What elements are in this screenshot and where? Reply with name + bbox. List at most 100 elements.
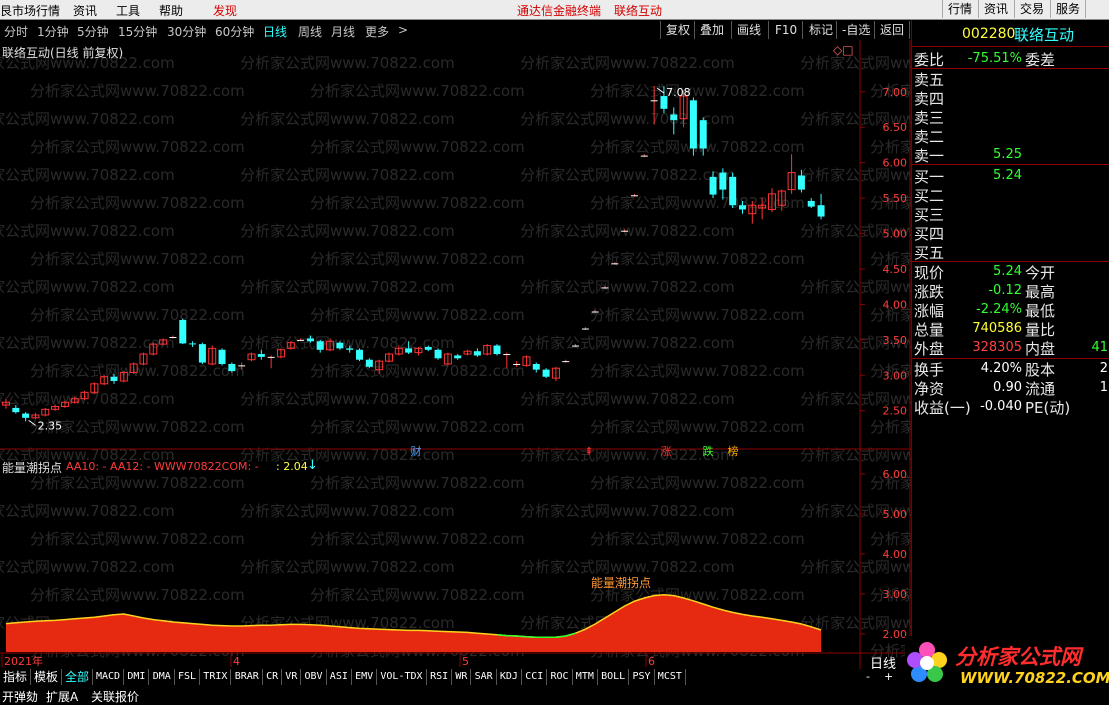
zoom-in-button[interactable]: + [884,670,893,683]
indicator-tab-roc[interactable]: ROC [548,669,573,685]
toolbar-draw-line[interactable]: 画线 [735,21,763,39]
indicator-tab-boll[interactable]: BOLL [598,669,630,685]
menu-tools[interactable]: 工具 [116,2,140,19]
indicator-tab-vr[interactable]: VR [282,669,302,685]
quote-value-4: 328305 [972,340,1022,355]
zoom-out-button[interactable]: - [866,670,870,683]
indicator-tab-fsl[interactable]: FSL [175,669,201,685]
candle-body-flat [630,195,638,197]
candle-body-down [179,320,187,344]
indicator-tab-指标[interactable]: 指标 [0,669,32,685]
stock-name: 联络互动 [1014,26,1075,44]
quote-label-1: 涨跌 [914,283,945,301]
indicator-tab-rsi[interactable]: RSI [427,669,453,685]
top-button-quote[interactable]: 行情 [942,0,977,18]
window-title: 通达信金融终端 [517,4,602,18]
bottom-item-0[interactable]: 开弹劾 [2,688,38,705]
indicator-tab-mcst[interactable]: MCST [655,669,686,685]
candle-body-flat [513,363,521,365]
price-tick-label: 6.00 [883,157,908,170]
indicator-tabs: 指标 模板 全部 MACD DMI DMA FSL TRIX BRAR CR VR OBV ASI EMV… [0,669,860,686]
toolbar-back[interactable]: 返回 [878,21,906,39]
period-daily[interactable]: 日线 [263,23,287,40]
date-label: 4 [233,655,240,668]
menu-bar: 艮市场行情 资讯 工具 帮助 发现 通达信金融终端 联络互动 行情 资讯 交易 … [0,0,1109,20]
indicator-tab-obv[interactable]: OBV [302,669,327,685]
toolbar-restore-rights[interactable]: 复权 [664,21,692,39]
indicator-tab-kdj[interactable]: KDJ [497,669,522,685]
indicator-tab-dmi[interactable]: DMI [124,669,150,685]
price-tick-label: 3.50 [883,334,908,347]
toolbar-remove-watchlist[interactable]: -自选 [840,21,872,39]
period-more[interactable]: 更多 [365,23,389,40]
indicator-tab-sar[interactable]: SAR [472,669,497,685]
period-15min[interactable]: 15分钟 [118,23,157,40]
candle-body-down [689,100,697,149]
indicator-tab-模板[interactable]: 模板 [31,669,63,685]
candle-body-down [110,376,118,381]
period-60min[interactable]: 60分钟 [215,23,254,40]
menu-news[interactable]: 资讯 [73,2,97,19]
indicator-tab-macd[interactable]: MACD [93,669,125,685]
top-button-news[interactable]: 资讯 [978,0,1013,18]
candle-body-down [807,200,815,207]
bottom-item-1[interactable]: 扩展A [46,688,78,705]
quote-label-6: 净资 [914,380,945,398]
menu-help[interactable]: 帮助 [159,2,183,19]
event-marker: 涨 [661,445,672,458]
quote-label2-6: 流通 [1025,380,1056,398]
weicha-label: 委差 [1025,51,1056,69]
window-stock-name: 联络互动 [614,4,663,18]
stock-code: 002280 [962,26,1016,42]
candle-body-down [542,369,550,377]
price-tick-label: 4.50 [883,263,908,276]
period-weekly[interactable]: 周线 [298,23,322,40]
toolbar-mark[interactable]: 标记 [807,21,835,39]
top-button-trade[interactable]: 交易 [1014,0,1049,18]
indicator-tab-emv[interactable]: EMV [352,669,378,685]
buy3-label: 买三 [914,206,945,224]
menu-market[interactable]: 艮市场行情 [0,2,60,19]
logo-url: WWW.70822.COM [960,669,1109,687]
menu-discover[interactable]: 发现 [213,2,237,19]
indicator-tab-brar[interactable]: BRAR [232,669,263,685]
event-marker: 财 [411,444,422,458]
buy1-price: 5.24 [993,168,1022,183]
indicator-tab-mtm[interactable]: MTM [573,669,598,685]
period-30min[interactable]: 30分钟 [167,23,206,40]
period-1min[interactable]: 1分钟 [37,23,69,40]
quote-label-4: 外盘 [914,340,945,358]
indicator-tab-dma[interactable]: DMA [150,669,175,685]
toolbar-overlay[interactable]: 叠加 [698,21,726,39]
candle-body-down [22,413,30,418]
indicator-tab-trix[interactable]: TRIX [200,669,232,685]
quote-value-7: -0.040 [980,399,1022,414]
candle-body-down [739,205,746,210]
period-5min[interactable]: 5分钟 [77,23,109,40]
candle-body-down [719,172,727,190]
weibi-label: 委比 [914,51,945,69]
sell2-label: 卖二 [914,128,945,146]
indicator-tab-wr[interactable]: WR [452,669,472,685]
indicator-tab-asi[interactable]: ASI [327,669,352,685]
candle-body-down [729,176,737,206]
toolbar-f10[interactable]: F10 [773,21,799,39]
kline-chart[interactable]: 7.00 6.50 6.00 5.50 5.00 4.50 4.00 3.50 3.00 2.50… [0,40,911,669]
quote-label-5: 换手 [914,361,945,379]
indicator-tab-vol-tdx[interactable]: VOL-TDX [377,669,427,685]
indicator-tab-全部[interactable]: 全部 [62,669,94,685]
indicator-tab-cr[interactable]: CR [263,669,283,685]
quote-label2-7: PE(动) [1025,399,1071,417]
indicator-tab-psy[interactable]: PSY [630,669,655,685]
quote-label2-2: 最低 [1025,302,1056,320]
indicator-tab-cci[interactable]: CCI [522,669,548,685]
quote-value-3: 740586 [972,321,1022,336]
bottom-item-2[interactable]: 关联报价 [91,688,139,705]
top-button-service[interactable]: 服务 [1050,0,1087,18]
buy2-label: 买二 [914,187,945,205]
period-monthly[interactable]: 月线 [331,23,355,40]
more-arrow-icon[interactable]: > [398,23,408,37]
period-timeshare[interactable]: 分时 [4,23,28,40]
candle-body-flat [572,345,580,347]
candle-body-down [346,348,354,350]
